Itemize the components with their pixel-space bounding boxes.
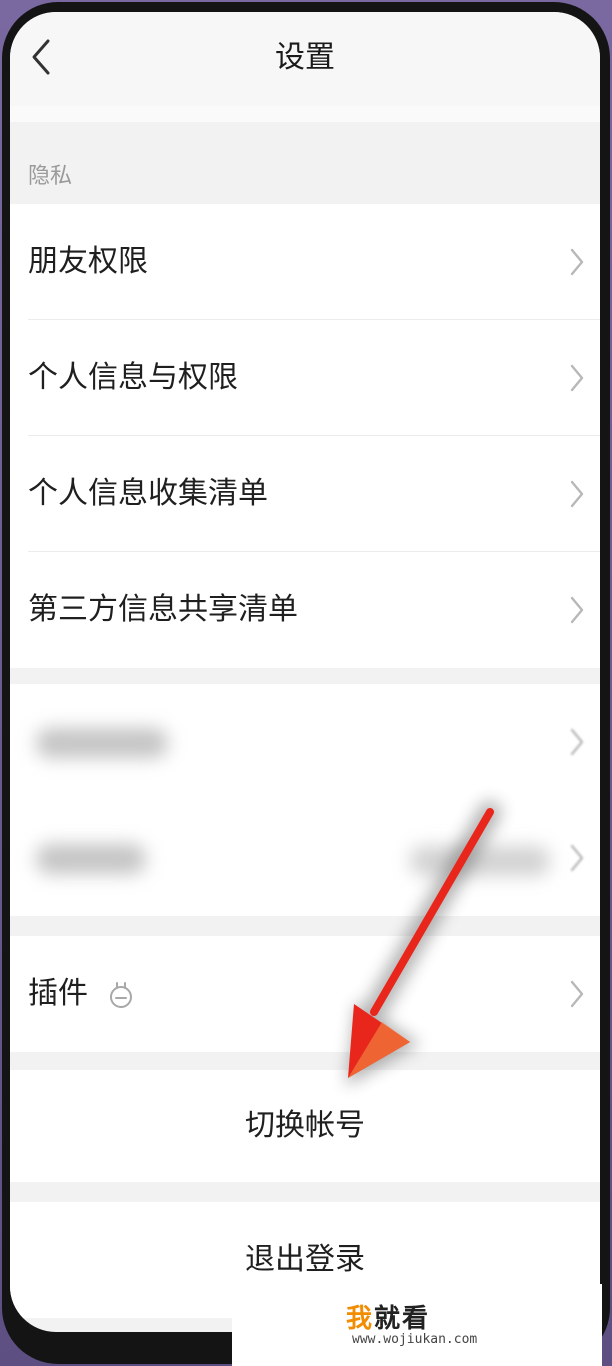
plugin-icon: [110, 982, 132, 1008]
blurred-group: [10, 684, 600, 916]
settings-row-info-collection-list[interactable]: 个人信息收集清单: [10, 436, 600, 552]
settings-screen: 设置 隐私 朋友权限 个人信息与权限 个人信息收集清单 第三方信息共享清单 插件…: [10, 12, 600, 1332]
plugins-group: 插件: [10, 936, 600, 1052]
chevron-right-icon: [570, 728, 584, 756]
watermark-url: www.wojiukan.com: [352, 1332, 478, 1347]
settings-row-plugins[interactable]: 插件: [10, 936, 600, 1052]
chevron-right-icon: [570, 844, 584, 872]
chevron-right-icon: [570, 596, 584, 624]
chevron-right-icon: [570, 248, 584, 276]
section-label-privacy: 隐私: [28, 164, 73, 189]
watermark-logo: 我就看: [346, 1298, 430, 1335]
watermark-accent: 我: [346, 1304, 375, 1334]
settings-row-blurred-2[interactable]: [10, 800, 600, 916]
row-label: 第三方信息共享清单: [28, 592, 298, 627]
settings-row-blurred-1[interactable]: [10, 684, 600, 800]
page-title: 设置: [275, 40, 335, 75]
row-label: 插件: [28, 976, 88, 1011]
settings-row-third-party-sharing-list[interactable]: 第三方信息共享清单: [10, 552, 600, 668]
chevron-right-icon: [570, 980, 584, 1008]
row-label: 个人信息收集清单: [28, 476, 268, 511]
blurred-text: [36, 728, 168, 758]
device-frame: 设置 隐私 朋友权限 个人信息与权限 个人信息收集清单 第三方信息共享清单 插件…: [0, 0, 612, 1366]
header-spacer: [10, 106, 600, 122]
settings-row-friend-permissions[interactable]: 朋友权限: [10, 204, 600, 320]
watermark: 我就看 www.wojiukan.com: [232, 1284, 602, 1366]
row-label: 朋友权限: [28, 244, 148, 279]
nav-header: 设置: [10, 12, 600, 106]
watermark-rest: 就看: [374, 1304, 431, 1334]
privacy-group: 朋友权限 个人信息与权限 个人信息收集清单 第三方信息共享清单: [10, 204, 600, 668]
row-label: 个人信息与权限: [28, 360, 238, 395]
chevron-right-icon: [570, 364, 584, 392]
blurred-value: [410, 846, 550, 876]
switch-account-button[interactable]: 切换帐号: [10, 1070, 600, 1182]
chevron-right-icon: [570, 480, 584, 508]
blurred-text: [36, 844, 146, 874]
settings-row-personal-info-permissions[interactable]: 个人信息与权限: [10, 320, 600, 436]
